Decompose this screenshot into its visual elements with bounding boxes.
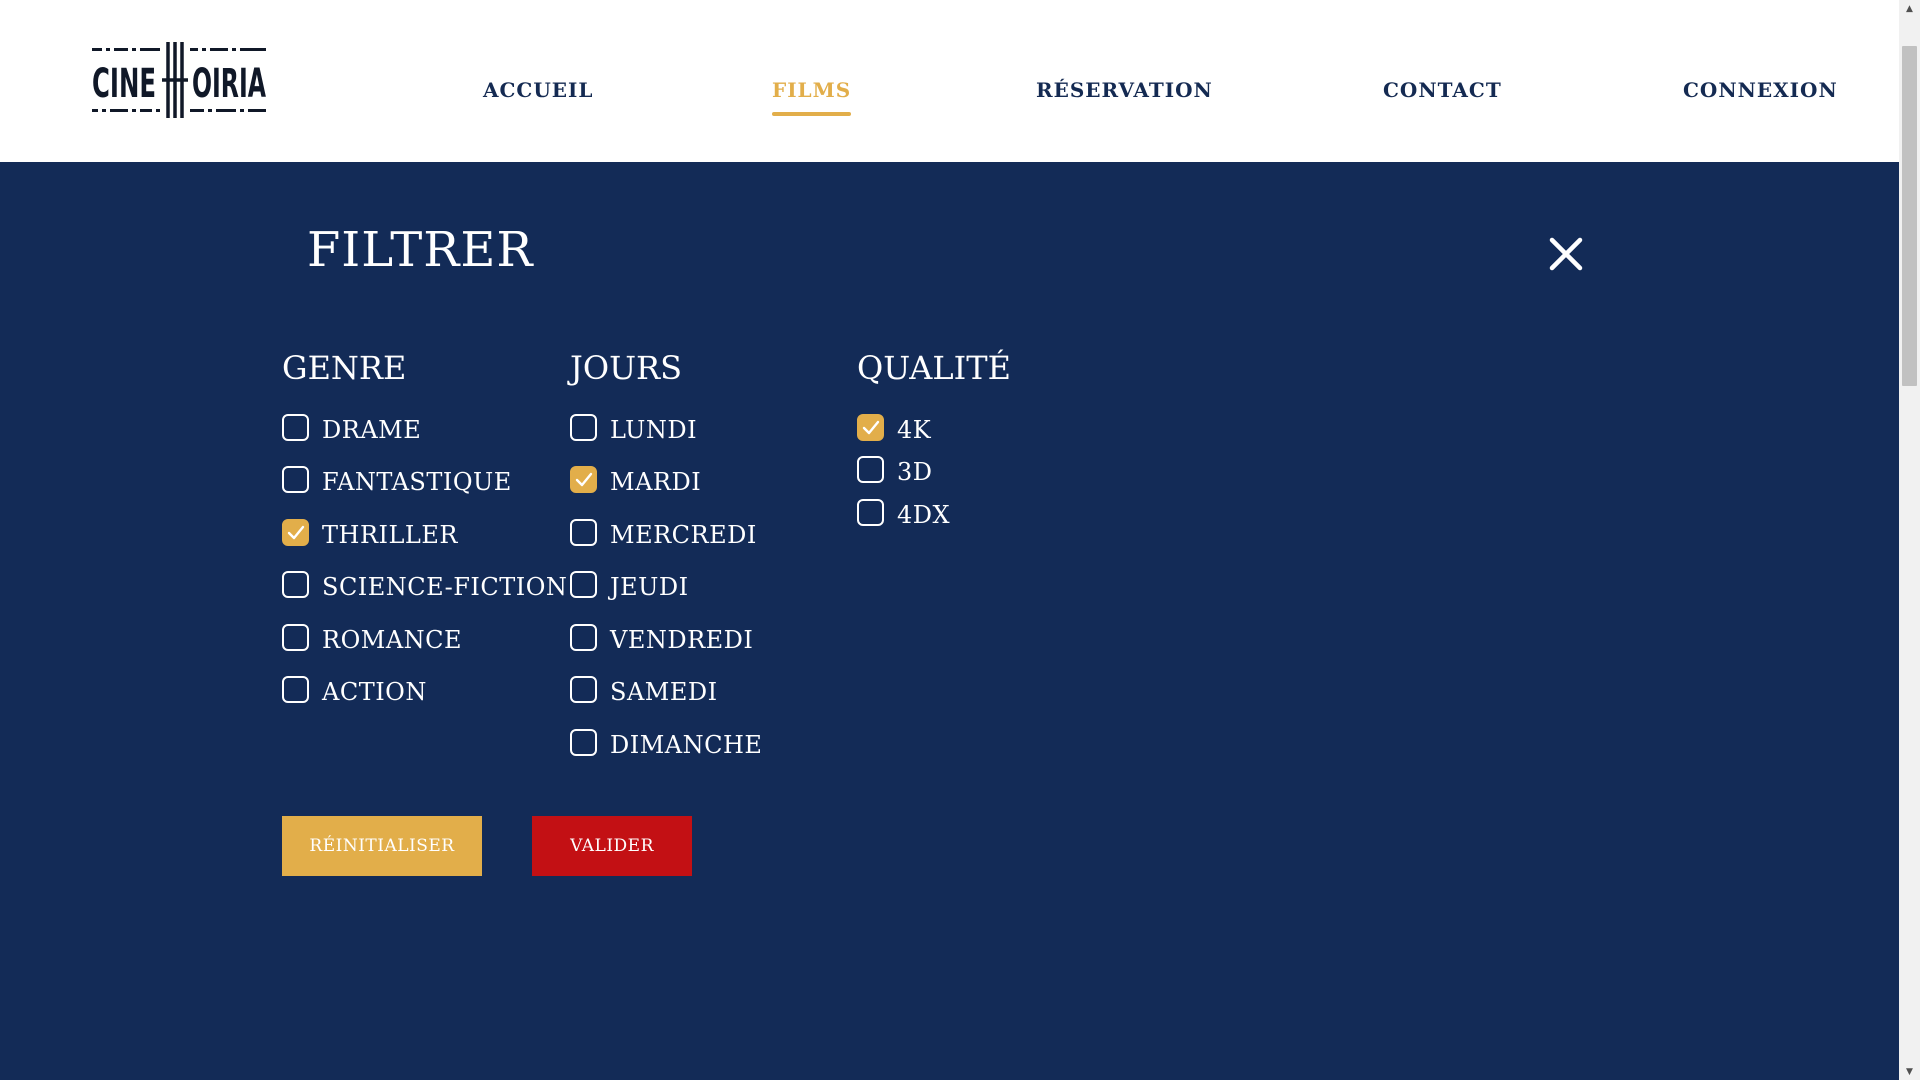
genre-option-romance[interactable]: ROMANCE bbox=[282, 623, 463, 654]
logo-graphic: CINE OIRIA bbox=[92, 42, 266, 118]
validate-button[interactable]: VALIDER bbox=[532, 816, 692, 876]
jours-option-mercredi[interactable]: MERCREDI bbox=[570, 518, 757, 549]
nav-films[interactable]: FILMS bbox=[772, 78, 852, 116]
option-label: 4DX bbox=[897, 501, 951, 529]
option-label: ACTION bbox=[322, 678, 427, 706]
genre-heading: GENRE bbox=[282, 349, 407, 387]
qualite-option-4k[interactable]: 4K bbox=[857, 413, 932, 444]
scroll-down-arrow-icon[interactable]: ▼ bbox=[1899, 1063, 1920, 1080]
scroll-up-arrow-icon[interactable]: ▲ bbox=[1899, 0, 1920, 17]
site-header: CINE OIRIA ACCUEIL FILMS RÉSERVATION CON… bbox=[0, 0, 1899, 162]
nav-active-underline bbox=[772, 112, 852, 116]
vertical-scrollbar[interactable]: ▲ ▼ bbox=[1899, 0, 1920, 1080]
jours-option-lundi[interactable]: LUNDI bbox=[570, 413, 698, 444]
option-label: JEUDI bbox=[610, 573, 689, 601]
jours-option-dimanche[interactable]: DIMANCHE bbox=[570, 728, 763, 759]
checkmark-icon bbox=[287, 525, 305, 539]
filter-panel: FILTRER GENRE DRAME FANTASTIQUE THRILLER bbox=[0, 162, 1899, 1080]
scroll-thumb[interactable] bbox=[1902, 46, 1917, 386]
checkbox[interactable] bbox=[857, 498, 884, 526]
genre-option-science-fiction[interactable]: SCIENCE-FICTION bbox=[282, 570, 568, 601]
nav-reservation[interactable]: RÉSERVATION bbox=[1036, 78, 1213, 102]
option-label: 4K bbox=[897, 416, 932, 444]
qualite-option-4dx[interactable]: 4DX bbox=[857, 498, 951, 529]
checkmark-icon bbox=[575, 472, 593, 486]
checkbox[interactable] bbox=[570, 413, 597, 441]
genre-option-action[interactable]: ACTION bbox=[282, 675, 427, 706]
jours-option-jeudi[interactable]: JEUDI bbox=[570, 570, 689, 601]
checkbox[interactable] bbox=[857, 413, 884, 441]
reset-button[interactable]: RÉINITIALISER bbox=[282, 816, 482, 876]
nav-films-label: FILMS bbox=[772, 78, 852, 102]
checkbox[interactable] bbox=[282, 413, 309, 441]
qualite-option-3d[interactable]: 3D bbox=[857, 455, 933, 486]
option-label: VENDREDI bbox=[610, 626, 754, 654]
checkbox[interactable] bbox=[570, 623, 597, 651]
option-label: DIMANCHE bbox=[610, 731, 763, 759]
checkmark-icon bbox=[862, 420, 880, 434]
jours-option-vendredi[interactable]: VENDREDI bbox=[570, 623, 754, 654]
cinephoria-logo[interactable]: CINE OIRIA bbox=[90, 40, 270, 120]
checkbox[interactable] bbox=[282, 623, 309, 651]
option-label: FANTASTIQUE bbox=[322, 468, 512, 496]
option-label: SCIENCE-FICTION bbox=[322, 573, 568, 601]
option-label: ROMANCE bbox=[322, 626, 463, 654]
nav-contact[interactable]: CONTACT bbox=[1383, 78, 1502, 102]
logo-text-left: CINE bbox=[92, 61, 156, 107]
checkbox[interactable] bbox=[282, 465, 309, 493]
checkbox[interactable] bbox=[570, 728, 597, 756]
checkbox[interactable] bbox=[570, 675, 597, 703]
close-button[interactable] bbox=[1548, 236, 1584, 272]
checkbox[interactable] bbox=[282, 518, 309, 546]
genre-option-fantastique[interactable]: FANTASTIQUE bbox=[282, 465, 512, 496]
checkbox[interactable] bbox=[570, 570, 597, 598]
option-label: DRAME bbox=[322, 416, 422, 444]
checkbox[interactable] bbox=[570, 518, 597, 546]
option-label: 3D bbox=[897, 458, 933, 486]
option-label: MERCREDI bbox=[610, 521, 757, 549]
nav-accueil[interactable]: ACCUEIL bbox=[483, 78, 593, 102]
genre-option-drame[interactable]: DRAME bbox=[282, 413, 422, 444]
close-icon bbox=[1549, 237, 1583, 271]
genre-option-thriller[interactable]: THRILLER bbox=[282, 518, 458, 549]
jours-option-samedi[interactable]: SAMEDI bbox=[570, 675, 718, 706]
qualite-heading: QUALITÉ bbox=[857, 349, 1011, 387]
filter-title: FILTRER bbox=[307, 222, 534, 278]
option-label: LUNDI bbox=[610, 416, 698, 444]
checkbox[interactable] bbox=[570, 465, 597, 493]
page: CINE OIRIA ACCUEIL FILMS RÉSERVATION CON… bbox=[0, 0, 1920, 1080]
checkbox[interactable] bbox=[282, 570, 309, 598]
checkbox[interactable] bbox=[282, 675, 309, 703]
nav-connexion[interactable]: CONNEXION bbox=[1683, 78, 1838, 102]
logo-text-right: OIRIA bbox=[192, 61, 266, 107]
checkbox[interactable] bbox=[857, 455, 884, 483]
jours-option-mardi[interactable]: MARDI bbox=[570, 465, 702, 496]
jours-heading: JOURS bbox=[570, 349, 683, 387]
option-label: MARDI bbox=[610, 468, 702, 496]
option-label: SAMEDI bbox=[610, 678, 718, 706]
option-label: THRILLER bbox=[322, 521, 458, 549]
